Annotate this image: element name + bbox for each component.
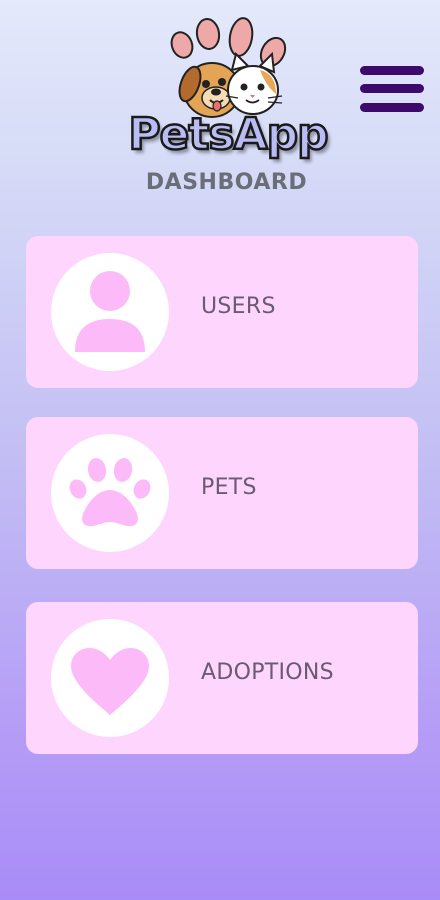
adoptions-icon-circle bbox=[51, 619, 169, 737]
adoptions-label: ADOPTIONS bbox=[201, 660, 334, 685]
petsapp-logo: PetsApp bbox=[120, 12, 340, 162]
hamburger-menu-icon bbox=[360, 84, 424, 93]
adoptions-card[interactable]: ADOPTIONS bbox=[26, 602, 418, 754]
pets-label: PETS bbox=[201, 475, 257, 500]
dashboard-screen: PetsApp DASHBOARD USERS PETS ADOPTIONS bbox=[0, 0, 440, 900]
paw-icon bbox=[69, 458, 151, 527]
pets-logo-icon bbox=[170, 17, 287, 118]
user-icon bbox=[75, 271, 145, 352]
pets-card[interactable]: PETS bbox=[26, 417, 418, 569]
hamburger-menu-icon bbox=[360, 103, 424, 112]
heart-icon bbox=[71, 648, 149, 715]
logo-wordmark: PetsApp bbox=[127, 108, 330, 161]
pets-icon-circle bbox=[51, 434, 169, 552]
menu-button[interactable] bbox=[358, 64, 426, 118]
users-icon-circle bbox=[51, 253, 169, 371]
users-label: USERS bbox=[201, 294, 276, 319]
hamburger-menu-icon bbox=[360, 66, 424, 75]
page-title: DASHBOARD bbox=[145, 170, 308, 195]
users-card[interactable]: USERS bbox=[26, 236, 418, 388]
